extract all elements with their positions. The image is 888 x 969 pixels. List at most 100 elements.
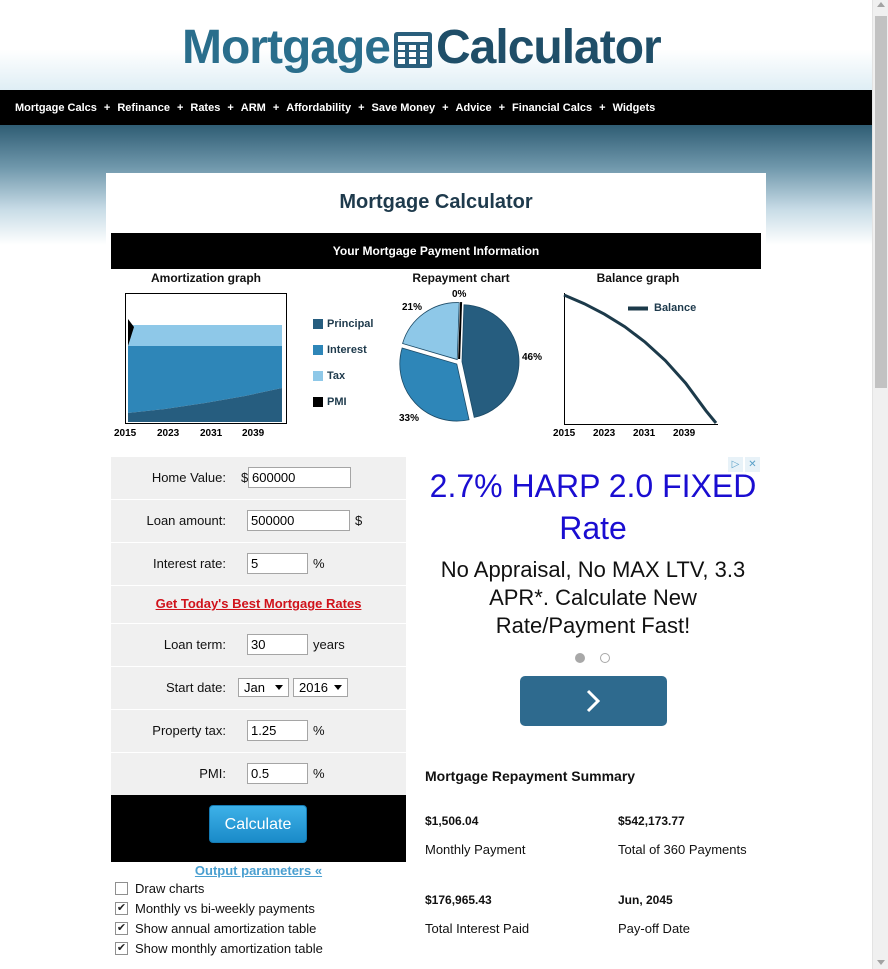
nav-item-mortgage-calcs[interactable]: Mortgage Calcs — [15, 102, 97, 114]
ad-headline[interactable]: 2.7% HARP 2.0 FIXED Rate — [423, 465, 763, 549]
total-interest-label: Total Interest Paid — [425, 921, 530, 936]
nav-separator: + — [272, 101, 280, 114]
payoff-date-value: Jun, 2045 — [618, 893, 673, 907]
loan-term-label: Loan term: — [163, 637, 226, 652]
ad-carousel-dot[interactable] — [600, 653, 610, 663]
payoff-date-label: Pay-off Date — [618, 921, 691, 936]
nav-item-refinance[interactable]: Refinance — [117, 102, 170, 114]
nav-separator: + — [227, 101, 234, 114]
scrollbar-thumb[interactable] — [875, 16, 887, 388]
amortization-graph-title: Amortization graph — [151, 271, 261, 285]
best-rates-link[interactable]: Get Today's Best Mortgage Rates — [156, 596, 362, 611]
site-logo[interactable]: Mortgage Calculator — [182, 18, 662, 76]
home-value-input[interactable] — [248, 467, 351, 488]
balance-x-tick: 2023 — [593, 428, 616, 439]
option-row[interactable]: Draw charts — [115, 881, 204, 896]
nav-item-financial-calcs[interactable]: Financial Calcs — [512, 102, 592, 114]
nav-item-advice[interactable]: Advice — [456, 102, 492, 114]
pmi-unit: % — [313, 766, 325, 781]
nav-item-arm[interactable]: ARM — [241, 102, 266, 114]
scroll-up-arrow-icon[interactable] — [877, 2, 885, 7]
interest-rate-row: Interest rate: % — [111, 543, 406, 586]
nav-item-rates[interactable]: Rates — [190, 102, 220, 114]
balance-graph-title: Balance graph — [596, 271, 680, 285]
logo-word-mortgage: Mortgage — [182, 20, 391, 74]
interest-rate-unit: % — [313, 556, 325, 571]
legend-swatch — [313, 319, 323, 329]
repayment-chart-title: Repayment chart — [412, 271, 510, 285]
scroll-down-arrow-icon[interactable] — [877, 960, 885, 965]
monthly-payment-value: $1,506.04 — [425, 814, 479, 828]
nav-separator: + — [176, 101, 184, 114]
property-tax-row: Property tax: % — [111, 710, 406, 753]
page-scrollbar[interactable] — [872, 0, 888, 969]
page-title: Mortgage Calculator — [339, 191, 533, 213]
start-date-row: Start date: Jan 2016 — [111, 667, 406, 710]
pmi-label: PMI: — [199, 766, 226, 781]
calculate-button[interactable]: Calculate — [209, 805, 307, 843]
option-row[interactable]: ✔ Show annual amortization table — [115, 921, 316, 936]
nav-separator: + — [599, 101, 606, 114]
start-year-select[interactable]: 2016 — [293, 678, 348, 697]
ad-next-button[interactable] — [520, 676, 667, 726]
total-payments-value: $542,173.77 — [618, 814, 685, 828]
legend-tax: Tax — [313, 370, 345, 382]
legend-swatch — [313, 371, 323, 381]
option-checkbox[interactable]: ✔ — [115, 922, 128, 935]
loan-term-row: Loan term: years — [111, 624, 406, 667]
option-checkbox[interactable]: ✔ — [115, 902, 128, 915]
loan-amount-row: Loan amount: $ — [111, 500, 406, 543]
interest-rate-input[interactable] — [247, 553, 308, 574]
balance-graph — [563, 293, 718, 425]
calculator-icon — [394, 32, 432, 68]
nav-separator: + — [498, 101, 506, 114]
nav-item-widgets[interactable]: Widgets — [613, 102, 656, 114]
property-tax-unit: % — [313, 723, 325, 738]
balance-x-tick: 2039 — [673, 428, 696, 439]
pie-slice-principal — [461, 304, 520, 418]
loan-amount-input[interactable] — [247, 510, 350, 531]
nav-item-affordability[interactable]: Affordability — [286, 102, 351, 114]
amortization-x-tick: 2031 — [200, 428, 223, 439]
option-row[interactable]: ✔ Show monthly amortization table — [115, 941, 323, 956]
start-month-select[interactable]: Jan — [238, 678, 289, 697]
ad-body: No Appraisal, No MAX LTV, 3.3 APR*. Calc… — [440, 557, 746, 638]
rates-link-row: Get Today's Best Mortgage Rates — [111, 586, 406, 624]
pie-slice-pmi — [458, 302, 463, 360]
loan-term-input[interactable] — [247, 634, 308, 655]
option-checkbox[interactable]: ✔ — [115, 942, 128, 955]
info-bar: Your Mortgage Payment Information — [111, 233, 761, 269]
main-nav: Mortgage Calcs + Refinance + Rates + ARM + Affor… — [0, 90, 872, 125]
nav-separator: + — [103, 101, 111, 114]
legend-label: Tax — [327, 370, 346, 382]
option-label: Show annual amortization table — [135, 921, 317, 936]
monthly-payment-label: Monthly Payment — [425, 842, 526, 857]
option-checkbox[interactable] — [115, 882, 128, 895]
legend-principal: Principal — [313, 318, 373, 330]
mortgage-form: Home Value: $ Loan amount: $ Interest ra… — [111, 457, 406, 796]
option-row[interactable]: ✔ Monthly vs bi-weekly payments — [115, 901, 315, 916]
ad-carousel-dot-active[interactable] — [575, 653, 585, 663]
legend-interest: Interest — [313, 344, 367, 356]
start-month-value: Jan — [244, 680, 265, 695]
output-parameters-link[interactable]: Output parameters « — [111, 863, 406, 878]
calculate-area: Calculate — [111, 795, 406, 862]
pmi-input[interactable] — [247, 763, 308, 784]
amortization-x-tick: 2039 — [242, 428, 265, 439]
total-payments-label: Total of 360 Payments — [618, 842, 747, 857]
repayment-pie-chart — [399, 302, 520, 422]
summary-title: Mortgage Repayment Summary — [425, 768, 636, 784]
chevron-down-icon — [334, 685, 342, 690]
balance-x-tick: 2031 — [633, 428, 656, 439]
pie-label-pmi: 0% — [452, 289, 467, 300]
pie-label-interest: 33% — [399, 413, 420, 424]
loan-amount-label: Loan amount: — [146, 513, 226, 528]
property-tax-input[interactable] — [247, 720, 308, 741]
nav-item-save-money[interactable]: Save Money — [372, 102, 436, 114]
legend-pmi: PMI — [313, 396, 347, 408]
tax-area — [128, 325, 282, 346]
pmi-row: PMI: % — [111, 753, 406, 796]
start-date-label: Start date: — [166, 680, 226, 695]
total-interest-value: $176,965.43 — [425, 893, 492, 907]
amortization-graph — [125, 293, 287, 424]
